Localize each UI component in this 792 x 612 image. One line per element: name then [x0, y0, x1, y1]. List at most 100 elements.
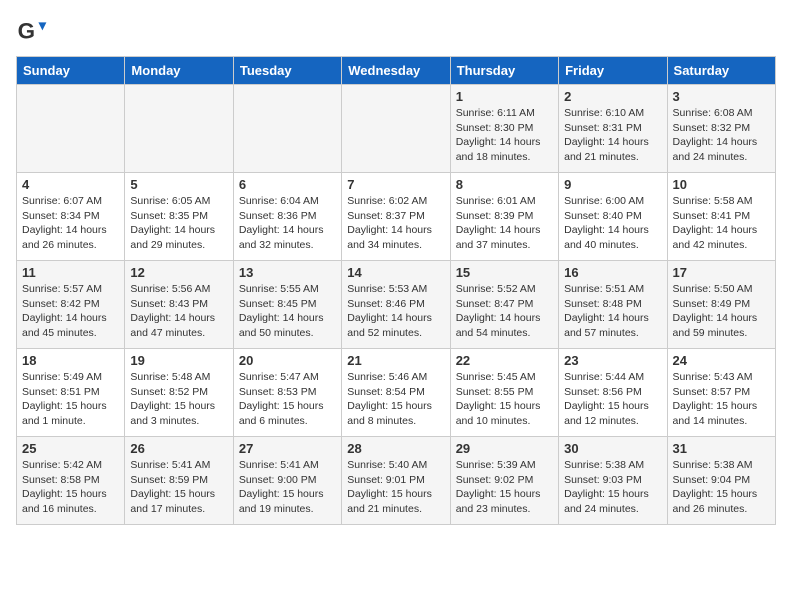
day-number: 15	[456, 265, 553, 280]
day-number: 19	[130, 353, 227, 368]
day-info: Sunrise: 5:45 AM Sunset: 8:55 PM Dayligh…	[456, 370, 553, 429]
calendar-header-row: SundayMondayTuesdayWednesdayThursdayFrid…	[17, 57, 776, 85]
calendar-cell	[342, 85, 450, 173]
calendar-week-row: 1 Sunrise: 6:11 AM Sunset: 8:30 PM Daylig…	[17, 85, 776, 173]
calendar-cell: 9Sunrise: 6:00 AM Sunset: 8:40 PM Daylig…	[559, 173, 667, 261]
day-number: 23	[564, 353, 661, 368]
calendar-week-row: 4 Sunrise: 6:07 AM Sunset: 8:34 PM Daylig…	[17, 173, 776, 261]
day-number: 13	[239, 265, 336, 280]
calendar-week-row: 18 Sunrise: 5:49 AM Sunset: 8:51 PM Dayli…	[17, 349, 776, 437]
day-number: 8	[456, 177, 553, 192]
day-info: Sunrise: 5:44 AM Sunset: 8:56 PM Dayligh…	[564, 370, 661, 429]
day-info: Sunrise: 6:07 AM Sunset: 8:34 PM Dayligh…	[22, 194, 119, 253]
calendar-cell: 31Sunrise: 5:38 AM Sunset: 9:04 PM Dayli…	[667, 437, 775, 525]
calendar-cell: 25 Sunrise: 5:42 AM Sunset: 8:58 PM Dayli…	[17, 437, 125, 525]
day-info: Sunrise: 5:42 AM Sunset: 8:58 PM Dayligh…	[22, 458, 119, 517]
day-info: Sunrise: 6:08 AM Sunset: 8:32 PM Dayligh…	[673, 106, 770, 165]
day-info: Sunrise: 5:39 AM Sunset: 9:02 PM Dayligh…	[456, 458, 553, 517]
calendar-cell: 3 Sunrise: 6:08 AM Sunset: 8:32 PM Daylig…	[667, 85, 775, 173]
day-info: Sunrise: 5:53 AM Sunset: 8:46 PM Dayligh…	[347, 282, 444, 341]
day-number: 16	[564, 265, 661, 280]
calendar-cell	[125, 85, 233, 173]
day-number: 29	[456, 441, 553, 456]
day-number: 6	[239, 177, 336, 192]
calendar-week-row: 25 Sunrise: 5:42 AM Sunset: 8:58 PM Dayli…	[17, 437, 776, 525]
calendar-cell: 20 Sunrise: 5:47 AM Sunset: 8:53 PM Dayli…	[233, 349, 341, 437]
calendar-cell: 2 Sunrise: 6:10 AM Sunset: 8:31 PM Daylig…	[559, 85, 667, 173]
day-number: 2	[564, 89, 661, 104]
day-info: Sunrise: 6:02 AM Sunset: 8:37 PM Dayligh…	[347, 194, 444, 253]
day-info: Sunrise: 5:58 AM Sunset: 8:41 PM Dayligh…	[673, 194, 770, 253]
day-info: Sunrise: 6:00 AM Sunset: 8:40 PM Dayligh…	[564, 194, 661, 253]
calendar-cell: 26 Sunrise: 5:41 AM Sunset: 8:59 PM Dayli…	[125, 437, 233, 525]
day-info: Sunrise: 5:56 AM Sunset: 8:43 PM Dayligh…	[130, 282, 227, 341]
column-header-tuesday: Tuesday	[233, 57, 341, 85]
day-info: Sunrise: 5:47 AM Sunset: 8:53 PM Dayligh…	[239, 370, 336, 429]
svg-text:G: G	[18, 18, 35, 43]
calendar-cell: 19 Sunrise: 5:48 AM Sunset: 8:52 PM Dayli…	[125, 349, 233, 437]
calendar-cell: 21 Sunrise: 5:46 AM Sunset: 8:54 PM Dayli…	[342, 349, 450, 437]
calendar-cell: 6Sunrise: 6:04 AM Sunset: 8:36 PM Daylig…	[233, 173, 341, 261]
day-number: 25	[22, 441, 119, 456]
column-header-wednesday: Wednesday	[342, 57, 450, 85]
column-header-thursday: Thursday	[450, 57, 558, 85]
day-info: Sunrise: 5:46 AM Sunset: 8:54 PM Dayligh…	[347, 370, 444, 429]
day-number: 12	[130, 265, 227, 280]
day-info: Sunrise: 5:57 AM Sunset: 8:42 PM Dayligh…	[22, 282, 119, 341]
day-number: 17	[673, 265, 770, 280]
day-number: 22	[456, 353, 553, 368]
logo: G	[16, 16, 52, 48]
calendar-cell: 8 Sunrise: 6:01 AM Sunset: 8:39 PM Daylig…	[450, 173, 558, 261]
day-info: Sunrise: 5:38 AM Sunset: 9:04 PM Dayligh…	[673, 458, 770, 517]
calendar-cell: 15 Sunrise: 5:52 AM Sunset: 8:47 PM Dayli…	[450, 261, 558, 349]
day-number: 24	[673, 353, 770, 368]
calendar-cell: 16Sunrise: 5:51 AM Sunset: 8:48 PM Dayli…	[559, 261, 667, 349]
column-header-saturday: Saturday	[667, 57, 775, 85]
column-header-sunday: Sunday	[17, 57, 125, 85]
calendar-cell	[233, 85, 341, 173]
calendar-cell: 14 Sunrise: 5:53 AM Sunset: 8:46 PM Dayli…	[342, 261, 450, 349]
day-info: Sunrise: 5:41 AM Sunset: 8:59 PM Dayligh…	[130, 458, 227, 517]
calendar-cell: 29 Sunrise: 5:39 AM Sunset: 9:02 PM Dayli…	[450, 437, 558, 525]
calendar-cell: 1 Sunrise: 6:11 AM Sunset: 8:30 PM Daylig…	[450, 85, 558, 173]
calendar-cell: 24 Sunrise: 5:43 AM Sunset: 8:57 PM Dayli…	[667, 349, 775, 437]
day-number: 26	[130, 441, 227, 456]
calendar-cell: 22 Sunrise: 5:45 AM Sunset: 8:55 PM Dayli…	[450, 349, 558, 437]
calendar-cell: 23 Sunrise: 5:44 AM Sunset: 8:56 PM Dayli…	[559, 349, 667, 437]
calendar-cell: 11 Sunrise: 5:57 AM Sunset: 8:42 PM Dayli…	[17, 261, 125, 349]
calendar-cell: 28 Sunrise: 5:40 AM Sunset: 9:01 PM Dayli…	[342, 437, 450, 525]
day-number: 10	[673, 177, 770, 192]
day-number: 3	[673, 89, 770, 104]
calendar-cell	[17, 85, 125, 173]
calendar-cell: 13 Sunrise: 5:55 AM Sunset: 8:45 PM Dayli…	[233, 261, 341, 349]
column-header-monday: Monday	[125, 57, 233, 85]
day-number: 28	[347, 441, 444, 456]
day-info: Sunrise: 6:05 AM Sunset: 8:35 PM Dayligh…	[130, 194, 227, 253]
day-info: Sunrise: 6:01 AM Sunset: 8:39 PM Dayligh…	[456, 194, 553, 253]
logo-icon: G	[16, 16, 48, 48]
calendar-table: SundayMondayTuesdayWednesdayThursdayFrid…	[16, 56, 776, 525]
calendar-cell: 18 Sunrise: 5:49 AM Sunset: 8:51 PM Dayli…	[17, 349, 125, 437]
day-info: Sunrise: 5:48 AM Sunset: 8:52 PM Dayligh…	[130, 370, 227, 429]
day-info: Sunrise: 5:52 AM Sunset: 8:47 PM Dayligh…	[456, 282, 553, 341]
page-header: G	[16, 16, 776, 48]
day-number: 27	[239, 441, 336, 456]
day-info: Sunrise: 5:55 AM Sunset: 8:45 PM Dayligh…	[239, 282, 336, 341]
day-number: 4	[22, 177, 119, 192]
day-info: Sunrise: 5:43 AM Sunset: 8:57 PM Dayligh…	[673, 370, 770, 429]
day-info: Sunrise: 5:49 AM Sunset: 8:51 PM Dayligh…	[22, 370, 119, 429]
day-number: 14	[347, 265, 444, 280]
day-info: Sunrise: 6:10 AM Sunset: 8:31 PM Dayligh…	[564, 106, 661, 165]
day-number: 20	[239, 353, 336, 368]
calendar-cell: 17Sunrise: 5:50 AM Sunset: 8:49 PM Dayli…	[667, 261, 775, 349]
calendar-cell: 27Sunrise: 5:41 AM Sunset: 9:00 PM Dayli…	[233, 437, 341, 525]
day-number: 18	[22, 353, 119, 368]
calendar-cell: 12 Sunrise: 5:56 AM Sunset: 8:43 PM Dayli…	[125, 261, 233, 349]
day-number: 7	[347, 177, 444, 192]
day-info: Sunrise: 5:40 AM Sunset: 9:01 PM Dayligh…	[347, 458, 444, 517]
column-header-friday: Friday	[559, 57, 667, 85]
day-number: 11	[22, 265, 119, 280]
day-number: 1	[456, 89, 553, 104]
day-number: 21	[347, 353, 444, 368]
day-info: Sunrise: 6:11 AM Sunset: 8:30 PM Dayligh…	[456, 106, 553, 165]
